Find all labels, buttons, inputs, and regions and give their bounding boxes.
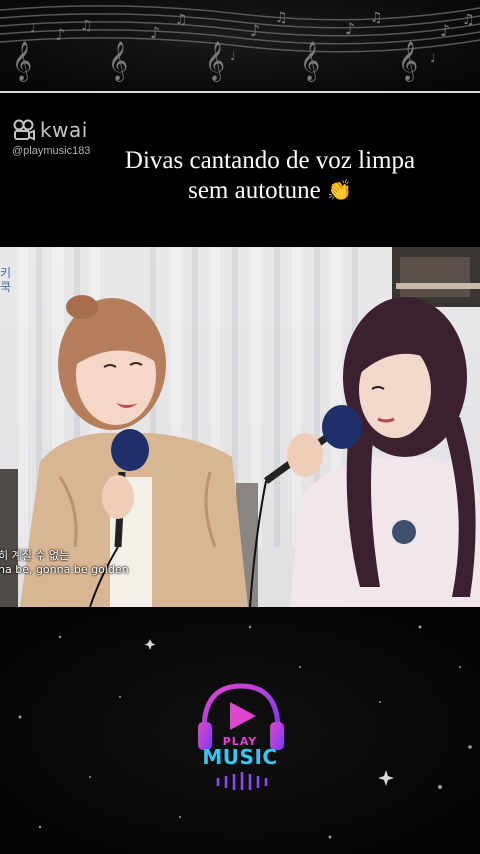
subtitle-english: na be, gonna be golden [0, 563, 129, 576]
svg-text:𝄞: 𝄞 [108, 41, 128, 82]
svg-text:♪: ♪ [250, 21, 260, 40]
svg-text:♩: ♩ [230, 49, 236, 63]
video-player[interactable]: 키 쿡 히 계질 수 없는 na be, gonna be golden [0, 247, 480, 607]
video-caption: Divas cantando de voz limpa sem autotune… [70, 146, 470, 207]
svg-text:𝄞: 𝄞 [300, 41, 320, 82]
svg-text:키: 키 [0, 266, 11, 280]
logo-music-text: MUSIC [202, 745, 278, 769]
svg-text:♫: ♫ [462, 12, 475, 28]
svg-text:♪: ♪ [55, 25, 65, 44]
kwai-logo-icon [13, 119, 35, 141]
svg-text:♪: ♪ [440, 21, 450, 40]
caption-line-1: Divas cantando de voz limpa [124, 147, 416, 174]
music-notes-decoration: 𝄞 𝄞 𝄞 𝄞 𝄞 ♪ ♫ ♪ ♫ ♪ ♫ ♪ ♫ ♪ ♫ ♩ ♩ ♩ [0, 5, 480, 82]
svg-text:𝄞: 𝄞 [12, 41, 32, 82]
video-frame: 키 쿡 [0, 247, 480, 607]
svg-text:♫: ♫ [275, 10, 288, 26]
svg-text:♪: ♪ [150, 23, 160, 42]
caption-line-2: sem autotune 👏 [70, 176, 470, 207]
svg-text:♪: ♪ [345, 19, 355, 38]
kwai-brand-text: kwai [40, 118, 88, 142]
caption-line-2-text: sem autotune [188, 177, 321, 204]
svg-text:♫: ♫ [370, 10, 383, 26]
svg-text:♩: ♩ [430, 51, 436, 65]
top-banner: 𝄞 𝄞 𝄞 𝄞 𝄞 ♪ ♫ ♪ ♫ ♪ ♫ ♪ ♫ ♪ ♫ ♩ ♩ ♩ [0, 0, 480, 92]
svg-text:𝄞: 𝄞 [205, 41, 225, 82]
svg-text:𝄞: 𝄞 [398, 41, 418, 82]
svg-text:♫: ♫ [175, 12, 188, 28]
svg-text:♩: ♩ [30, 21, 36, 35]
kwai-watermark: kwai [12, 118, 88, 142]
subtitle-korean: 히 계질 수 없는 [0, 549, 70, 562]
svg-text:쿡: 쿡 [0, 280, 11, 294]
clapping-hands-icon: 👏 [326, 180, 352, 202]
svg-text:♫: ♫ [80, 18, 93, 34]
